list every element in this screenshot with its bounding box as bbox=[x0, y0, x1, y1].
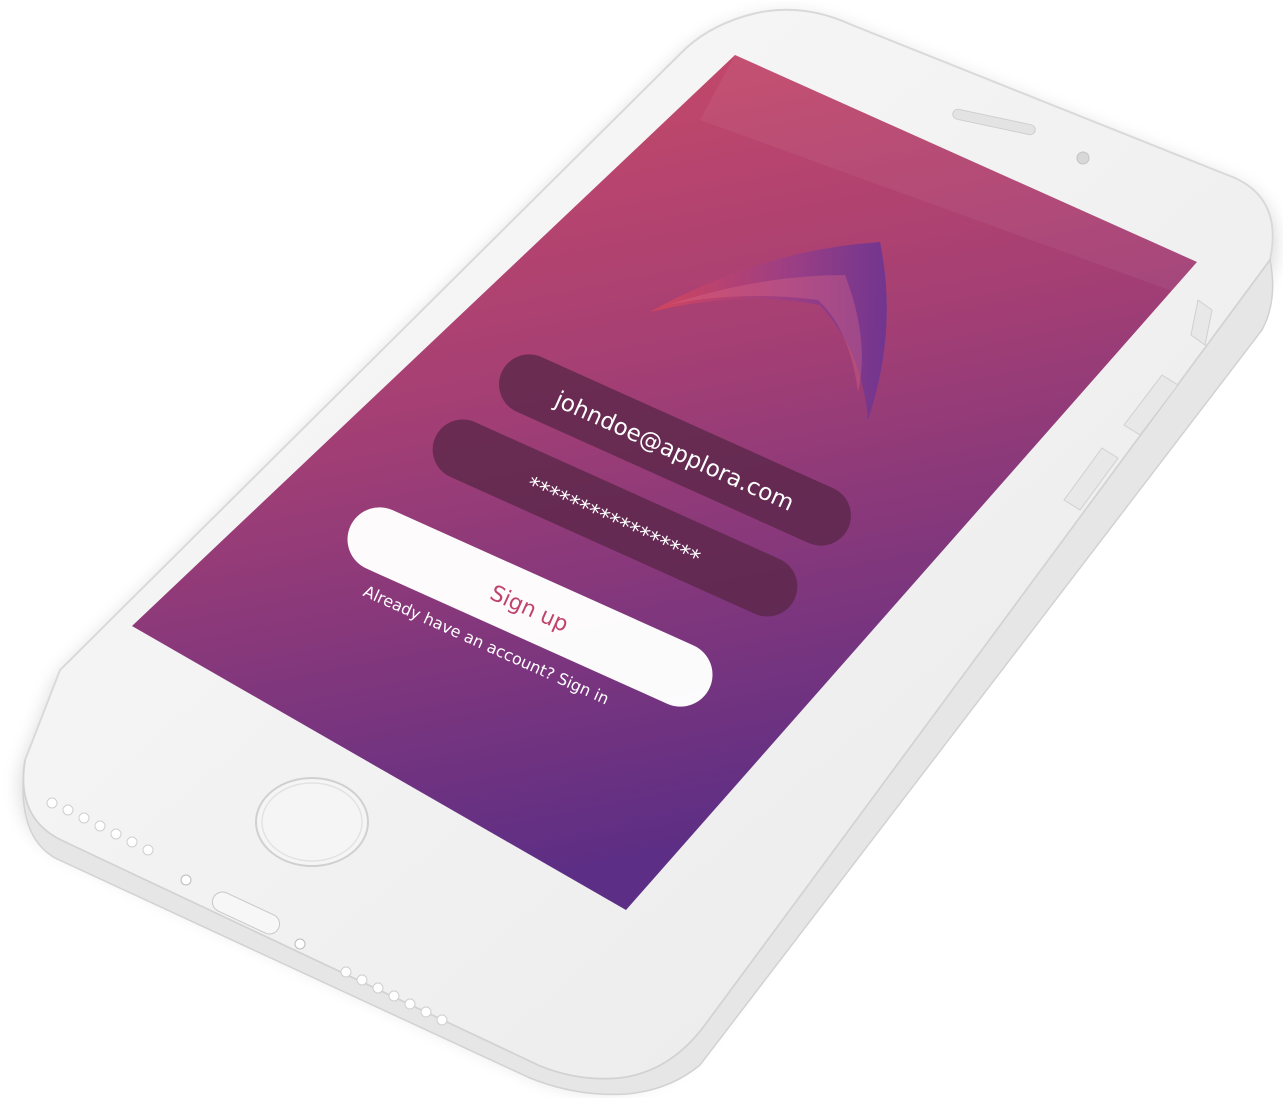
screw-icon bbox=[180, 874, 192, 886]
home-button[interactable] bbox=[255, 777, 369, 867]
phone-mockup-stage: johndoe@applora.com ***************** Si… bbox=[0, 0, 1283, 1098]
front-camera-icon bbox=[1076, 151, 1090, 165]
screw-icon-right bbox=[294, 938, 306, 950]
phone-mockup: johndoe@applora.com ***************** Si… bbox=[22, 8, 1274, 1096]
